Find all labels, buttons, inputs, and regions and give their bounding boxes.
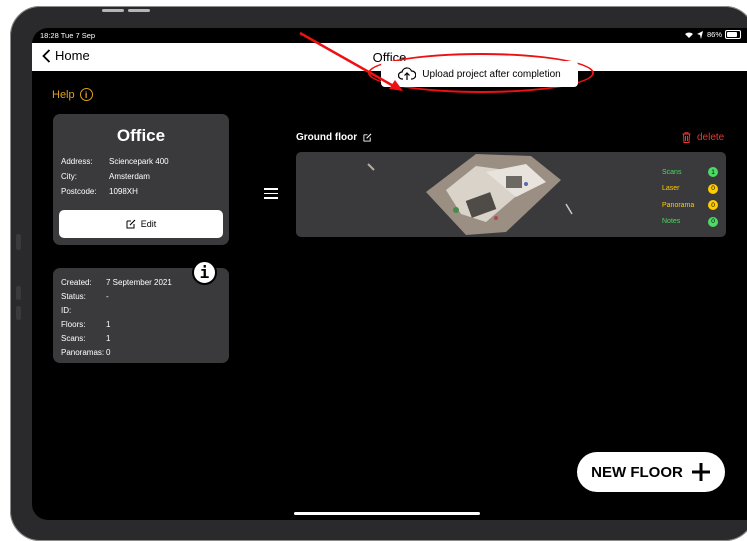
info-icon: i: [79, 88, 93, 101]
upload-project-button[interactable]: Upload project after completion: [381, 61, 578, 87]
status-date: Tue 7 Sep: [60, 31, 96, 40]
meta-row: Status: -: [61, 292, 109, 301]
side-button: [16, 286, 21, 300]
postcode-row: Postcode: 1098XH: [61, 187, 138, 196]
stat-panorama: Panorama 0: [662, 198, 718, 212]
stat-scans: Scans 1: [662, 165, 718, 179]
field-key: Postcode:: [61, 187, 97, 196]
field-value: Amsterdam: [109, 172, 150, 181]
field-key: Address:: [61, 157, 93, 166]
stat-label: Notes: [662, 218, 681, 225]
field-key: City:: [61, 172, 77, 181]
meta-row: ID:: [61, 306, 106, 315]
meta-key: Floors:: [61, 320, 86, 329]
meta-value: 1: [106, 320, 111, 329]
stat-label: Laser: [662, 185, 680, 192]
address-row: Address: Sciencepark 400: [61, 157, 169, 166]
side-button: [16, 234, 21, 250]
field-value: 1098XH: [109, 187, 138, 196]
stat-count: 0: [708, 200, 718, 210]
edit-label: Edit: [140, 219, 157, 229]
edit-icon: [126, 219, 136, 229]
stat-notes: Notes 0: [662, 215, 718, 229]
upload-label: Upload project after completion: [422, 68, 561, 80]
trash-icon: [682, 132, 691, 143]
meta-value: 7 September 2021: [106, 278, 172, 287]
status-time-date: 18:28 Tue 7 Sep: [40, 31, 95, 40]
project-name: Office: [116, 126, 166, 145]
status-time: 18:28: [40, 31, 59, 40]
delete-label: delete: [697, 132, 725, 143]
meta-key: Panoramas:: [61, 348, 105, 357]
delete-floor-button[interactable]: delete: [682, 132, 724, 143]
field-value: Sciencepark 400: [109, 157, 169, 166]
floor-card[interactable]: Scans 1 Laser 0 Panorama 0 Notes 0: [296, 152, 726, 237]
meta-value: 1: [106, 334, 111, 343]
meta-key: Scans:: [61, 334, 86, 343]
meta-key: ID:: [61, 306, 72, 315]
home-indicator[interactable]: [294, 512, 480, 515]
meta-value: 0: [106, 348, 111, 357]
location-icon: [696, 30, 703, 39]
stat-count: 0: [708, 216, 718, 227]
plus-icon: [691, 463, 710, 481]
info-badge-icon[interactable]: i: [192, 260, 217, 285]
status-bar: 18:28 Tue 7 Sep 86%: [32, 28, 747, 43]
floor-stats: Scans 1 Laser 0 Panorama 0 Notes 0: [662, 165, 718, 231]
wifi-icon: [684, 31, 693, 38]
stat-label: Panorama: [662, 201, 695, 209]
floor-header[interactable]: Ground floor: [296, 132, 372, 143]
meta-key: Status:: [61, 292, 86, 301]
drag-handle-icon[interactable]: [264, 188, 278, 202]
city-row: City: Amsterdam: [61, 172, 150, 181]
floor-scan-preview: [367, 154, 573, 235]
new-floor-button[interactable]: NEW FLOOR: [577, 452, 725, 492]
meta-row: Panoramas: 0: [61, 348, 110, 357]
top-button: [128, 9, 150, 12]
side-button: [16, 306, 21, 320]
edit-icon[interactable]: [363, 133, 372, 142]
meta-row: Created: 7 September 2021: [61, 278, 172, 287]
battery-percent: 86%: [706, 30, 722, 39]
top-button: [102, 9, 124, 12]
edit-button[interactable]: Edit: [59, 210, 223, 238]
meta-key: Created:: [61, 278, 92, 287]
new-floor-label: NEW FLOOR: [591, 463, 683, 481]
status-right: 86%: [684, 30, 741, 39]
floor-name: Ground floor: [296, 132, 358, 143]
cloud-upload-icon: [398, 67, 417, 80]
project-card: Office Address: Sciencepark 400 City: Amst…: [53, 114, 229, 245]
help-label: Help: [52, 88, 75, 101]
stat-count: 0: [708, 183, 718, 194]
meta-value: -: [106, 292, 109, 301]
stat-laser: Laser 0: [662, 182, 718, 196]
battery-icon: [725, 30, 741, 39]
meta-row: Scans: 1: [61, 334, 110, 343]
stat-label: Scans: [662, 168, 682, 176]
help-link[interactable]: Help i: [52, 88, 93, 101]
stat-count: 1: [708, 167, 718, 177]
meta-row: Floors: 1: [61, 320, 110, 329]
